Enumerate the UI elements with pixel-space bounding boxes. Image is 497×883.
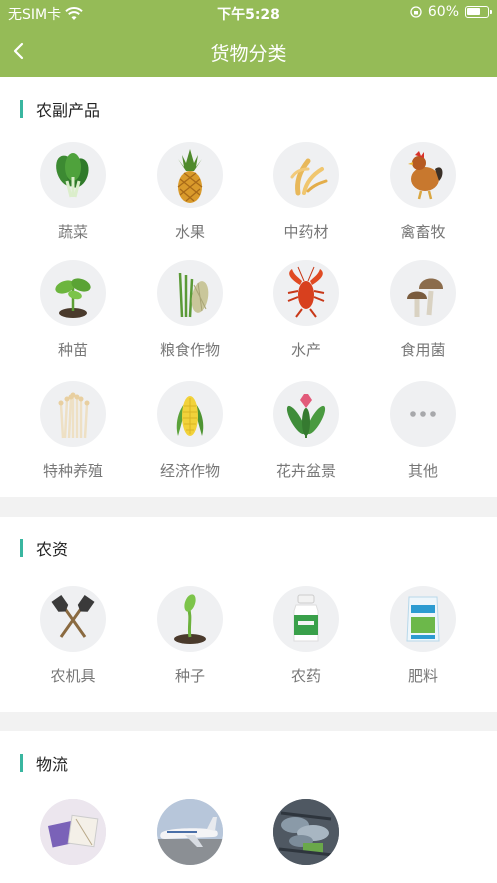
category-mushroom[interactable]: 食用菌 <box>373 260 473 360</box>
category-label: 经济作物 <box>159 462 220 480</box>
section-header: 物流 <box>20 751 68 775</box>
accent-bar <box>20 754 23 772</box>
category-label: 其他 <box>407 462 438 480</box>
orientation-lock-icon <box>410 6 422 18</box>
logistics-freight[interactable] <box>256 799 356 865</box>
section-agri-products: 农副产品 蔬菜 水果 中药材 禽畜牧 种苗 粮食作物 水产 食用菌 特种养殖 经… <box>0 77 497 497</box>
category-label: 食用菌 <box>400 341 446 359</box>
category-label: 肥料 <box>407 667 438 685</box>
category-aquatic[interactable]: 水产 <box>256 260 356 360</box>
section-header: 农资 <box>20 536 68 560</box>
flower-icon <box>273 381 339 447</box>
mushroom-icon <box>390 260 456 326</box>
grain-icon <box>157 260 223 326</box>
category-special-farming[interactable]: 特种养殖 <box>23 381 123 481</box>
sprout-icon <box>157 586 223 652</box>
category-label: 粮食作物 <box>159 341 220 359</box>
category-pesticide[interactable]: 农药 <box>256 586 356 686</box>
logistics-air[interactable] <box>140 799 240 865</box>
section-title: 农副产品 <box>36 101 101 120</box>
more-icon <box>390 381 456 447</box>
airplane-icon <box>157 799 223 865</box>
category-label: 花卉盆景 <box>275 462 336 480</box>
category-machinery[interactable]: 农机具 <box>23 586 123 686</box>
section-agri-supplies: 农资 农机具 种子 农药 肥料 <box>0 517 497 712</box>
shovel-icon <box>40 586 106 652</box>
parcel-icon <box>40 799 106 865</box>
accent-bar <box>20 100 23 118</box>
category-grain[interactable]: 粮食作物 <box>140 260 240 360</box>
category-fertilizer[interactable]: 肥料 <box>373 586 473 686</box>
section-header: 农副产品 <box>20 97 100 121</box>
category-other[interactable]: 其他 <box>373 381 473 481</box>
top-bar: 无SIM卡 下午5:28 60% 货物分类 <box>0 0 497 77</box>
rooster-icon <box>390 142 456 208</box>
accent-bar <box>20 539 23 557</box>
truck-icon <box>273 799 339 865</box>
seedling-icon <box>40 260 106 326</box>
category-label: 种苗 <box>57 341 88 359</box>
category-label: 禽畜牧 <box>400 223 446 241</box>
category-label: 中药材 <box>283 223 329 241</box>
logistics-parcel[interactable] <box>23 799 123 865</box>
battery-percent: 60% <box>427 4 459 20</box>
category-flower[interactable]: 花卉盆景 <box>256 381 356 481</box>
section-logistics: 物流 <box>0 731 497 883</box>
category-fruit[interactable]: 水果 <box>140 142 240 242</box>
nav-bar: 货物分类 <box>0 26 497 77</box>
corn-icon <box>157 381 223 447</box>
category-seed[interactable]: 种子 <box>140 586 240 686</box>
herb-icon <box>273 142 339 208</box>
category-label: 农机具 <box>50 667 96 685</box>
category-label: 农药 <box>290 667 321 685</box>
category-label: 种子 <box>174 667 205 685</box>
category-cash-crop[interactable]: 经济作物 <box>140 381 240 481</box>
section-title: 农资 <box>36 540 69 559</box>
status-bar: 无SIM卡 下午5:28 60% <box>0 0 497 26</box>
category-label: 水产 <box>290 341 321 359</box>
category-herb[interactable]: 中药材 <box>256 142 356 242</box>
lobster-icon <box>273 260 339 326</box>
category-livestock[interactable]: 禽畜牧 <box>373 142 473 242</box>
pesticide-bottle-icon <box>273 586 339 652</box>
category-label: 特种养殖 <box>42 462 103 480</box>
category-vegetable[interactable]: 蔬菜 <box>23 142 123 242</box>
category-seedling[interactable]: 种苗 <box>23 260 123 360</box>
category-label: 蔬菜 <box>57 223 88 241</box>
battery-icon <box>465 6 492 18</box>
fertilizer-bag-icon <box>390 586 456 652</box>
page-title: 货物分类 <box>210 43 287 65</box>
vegetable-icon <box>40 142 106 208</box>
enoki-icon <box>40 381 106 447</box>
category-label: 水果 <box>174 223 205 241</box>
pineapple-icon <box>157 142 223 208</box>
section-title: 物流 <box>36 755 69 774</box>
